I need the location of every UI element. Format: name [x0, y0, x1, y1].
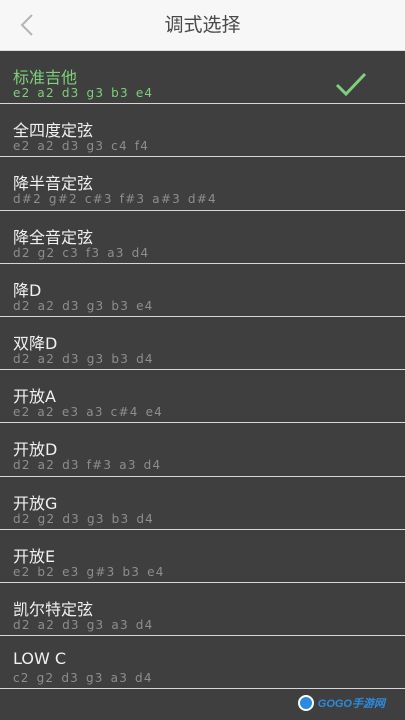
- tuning-item[interactable]: 标准吉他 e2 a2 d3 g3 b3 e4: [0, 51, 405, 105]
- tuning-notes: c2 g2 d3 g3 a3 d4: [13, 671, 153, 686]
- tuning-item[interactable]: 凯尔特定弦 d2 a2 d3 g3 a3 d4: [0, 583, 405, 637]
- tuning-name: 开放G: [13, 493, 58, 513]
- tuning-name: 降全音定弦: [13, 227, 94, 247]
- tuning-notes: d2 a2 d3 g3 b3 d4: [13, 351, 154, 366]
- tuning-notes: e2 a2 d3 g3 c4 f4: [13, 139, 150, 154]
- tuning-notes: d#2 g#2 c#3 f#3 a#3 d#4: [13, 192, 217, 207]
- tuning-list: 标准吉他 e2 a2 d3 g3 b3 e4 全四度定弦 e2 a2 d3 g3…: [0, 51, 405, 690]
- tuning-notes: d2 a2 d3 f#3 a3 d4: [13, 458, 162, 473]
- tuning-name: LOW C: [13, 649, 67, 669]
- tuning-name: 开放E: [13, 546, 56, 566]
- tuning-notes: d2 g2 c3 f3 a3 d4: [13, 245, 150, 260]
- tuning-name: 开放A: [13, 387, 56, 407]
- tuning-item[interactable]: 降D d2 a2 d3 g3 b3 e4: [0, 264, 405, 317]
- watermark: GOGO手游网: [297, 692, 385, 714]
- tuning-name: 全四度定弦: [13, 121, 94, 141]
- tuning-name: 降D: [13, 280, 42, 300]
- watermark-text: GOGO手游网: [317, 698, 385, 710]
- tuning-name: 降半音定弦: [13, 174, 94, 194]
- tuning-item[interactable]: 全四度定弦 e2 a2 d3 g3 c4 f4: [0, 104, 405, 158]
- tuning-notes: d2 a2 d3 g3 b3 e4: [13, 298, 154, 313]
- tuning-item[interactable]: 开放E e2 b2 e3 g#3 b3 e4: [0, 530, 405, 583]
- tuning-item[interactable]: LOW C c2 g2 d3 g3 a3 d4: [0, 636, 405, 690]
- tuning-item[interactable]: 开放A e2 a2 e3 a3 c#4 e4: [0, 370, 405, 424]
- tuning-item[interactable]: 双降D d2 a2 d3 g3 b3 d4: [0, 317, 405, 371]
- tuning-item[interactable]: 降全音定弦 d2 g2 c3 f3 a3 d4: [0, 211, 405, 264]
- tuning-item[interactable]: 开放G d2 g2 d3 g3 b3 d4: [0, 477, 405, 530]
- tuning-name: 双降D: [13, 333, 58, 353]
- tuning-item[interactable]: 降半音定弦 d#2 g#2 c#3 f#3 a#3 d#4: [0, 157, 405, 211]
- tuning-notes: e2 a2 d3 g3 b3 e4: [13, 86, 154, 100]
- checkmark-icon: [335, 72, 367, 97]
- page-title: 调式选择: [164, 14, 241, 36]
- tuning-notes: e2 b2 e3 g#3 b3 e4: [13, 564, 165, 579]
- tuning-name: 开放D: [13, 440, 58, 460]
- tuning-name: 标准吉他: [13, 68, 78, 87]
- tuning-notes: e2 a2 e3 a3 c#4 e4: [13, 405, 163, 420]
- tuning-notes: d2 g2 d3 g3 b3 d4: [13, 511, 154, 526]
- tuning-name: 凯尔特定弦: [13, 599, 94, 619]
- tuning-notes: d2 a2 d3 g3 a3 d4: [13, 617, 154, 632]
- gogo-logo-icon: [297, 695, 314, 711]
- tuning-item[interactable]: 开放D d2 a2 d3 f#3 a3 d4: [0, 423, 405, 477]
- header-bar: 调式选择: [0, 0, 405, 51]
